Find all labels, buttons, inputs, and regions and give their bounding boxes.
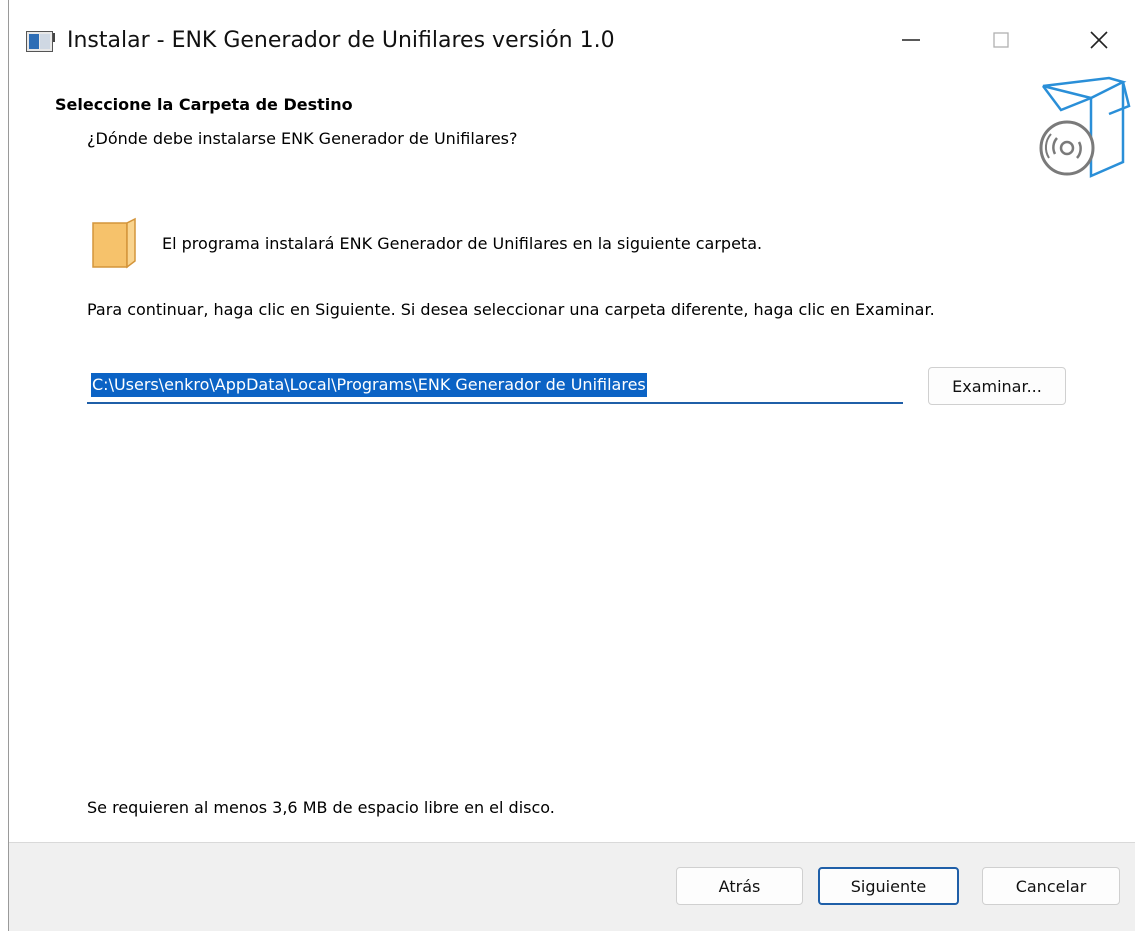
folder-icon [92,217,136,269]
window-title: Instalar - ENK Generador de Unifilares v… [67,28,615,53]
disk-space-text: Se requieren al menos 3,6 MB de espacio … [87,798,555,817]
installer-app-icon [26,31,55,52]
cancel-button[interactable]: Cancelar [982,867,1120,905]
installer-window: Instalar - ENK Generador de Unifilares v… [8,0,1135,931]
destination-path-input[interactable]: C:\Users\enkro\AppData\Local\Programs\EN… [87,367,903,404]
destination-path-value[interactable]: C:\Users\enkro\AppData\Local\Programs\EN… [91,372,647,397]
page-title: Seleccione la Carpeta de Destino [55,95,353,114]
install-box-cd-icon [1039,76,1131,178]
close-icon [1090,31,1108,49]
browse-button[interactable]: Examinar... [928,367,1066,405]
back-button[interactable]: Atrás [676,867,803,905]
page-subtitle: ¿Dónde debe instalarse ENK Generador de … [87,129,518,148]
maximize-icon [993,32,1009,48]
destination-info-text: El programa instalará ENK Generador de U… [162,234,763,253]
minimize-icon [902,39,920,41]
next-button[interactable]: Siguiente [818,867,959,905]
continue-instructions: Para continuar, haga clic en Siguiente. … [87,300,935,319]
maximize-button[interactable] [971,18,1031,62]
close-button[interactable] [1069,18,1129,62]
minimize-button[interactable] [881,18,941,62]
button-bar: Atrás Siguiente Cancelar [9,842,1135,931]
title-bar[interactable]: Instalar - ENK Generador de Unifilares v… [9,0,1135,80]
